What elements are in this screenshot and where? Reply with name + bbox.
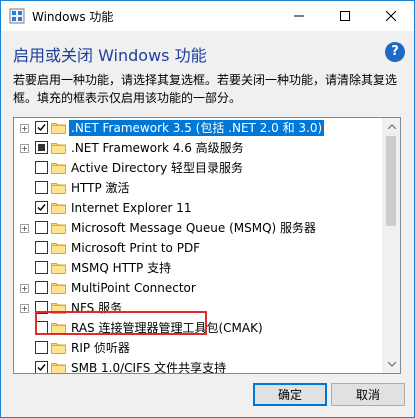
folder-icon <box>51 203 66 214</box>
feature-checkbox[interactable] <box>35 181 48 194</box>
feature-checkbox[interactable] <box>35 221 48 234</box>
folder-icon <box>51 163 66 174</box>
feature-checkbox[interactable] <box>35 161 48 174</box>
ok-button[interactable]: 确定 <box>253 383 327 406</box>
feature-checkbox[interactable] <box>35 281 48 294</box>
page-title: 启用或关闭 Windows 功能 <box>13 46 207 65</box>
feature-row[interactable]: + Microsoft Message Queue (MSMQ) 服务器 <box>14 218 384 238</box>
chevron-down-icon <box>387 362 396 367</box>
folder-icon <box>51 143 66 154</box>
feature-label: MSMQ HTTP 支持 <box>71 261 172 275</box>
close-button[interactable] <box>368 1 414 31</box>
feature-label: RAS 连接管理器管理工具包(CMAK) <box>71 321 263 335</box>
feature-row[interactable]: Active Directory 轻型目录服务 <box>14 158 384 178</box>
maximize-icon <box>340 11 350 21</box>
scroll-up-button[interactable] <box>383 118 400 135</box>
folder-icon <box>51 283 66 294</box>
close-icon <box>386 11 396 21</box>
description-text: 若要启用一种功能，请选择其复选框。若要关闭一种功能，请清除其复选框。填充的框表示… <box>13 73 398 105</box>
feature-label: Active Directory 轻型目录服务 <box>71 161 244 175</box>
checkmark-icon <box>37 364 46 372</box>
feature-checkbox[interactable] <box>35 261 48 274</box>
feature-label: SMB 1.0/CIFS 文件共享支持 <box>71 361 227 374</box>
folder-icon <box>51 363 66 373</box>
feature-label: HTTP 激活 <box>71 181 130 195</box>
feature-label: .NET Framework 3.5 (包括 .NET 2.0 和 3.0) <box>69 120 325 136</box>
vertical-scrollbar[interactable] <box>382 118 400 373</box>
feature-checkbox[interactable] <box>35 141 48 154</box>
expand-icon[interactable]: + <box>20 304 29 313</box>
expand-icon[interactable]: + <box>20 144 29 153</box>
feature-row[interactable]: Microsoft Print to PDF <box>14 238 384 258</box>
expand-icon[interactable]: + <box>20 124 29 133</box>
minimize-icon <box>294 15 304 17</box>
feature-checkbox[interactable] <box>35 201 48 214</box>
feature-row[interactable]: RIP 侦听器 <box>14 338 384 358</box>
chevron-up-icon <box>387 124 396 129</box>
folder-icon <box>51 323 66 334</box>
windows-features-icon <box>9 8 25 24</box>
features-tree[interactable]: + .NET Framework 3.5 (包括 .NET 2.0 和 3.0) +… <box>13 117 401 374</box>
folder-icon <box>51 303 66 314</box>
folder-icon <box>51 243 66 254</box>
feature-checkbox[interactable] <box>35 341 48 354</box>
feature-row[interactable]: MSMQ HTTP 支持 <box>14 258 384 278</box>
feature-row[interactable]: + MultiPoint Connector <box>14 278 384 298</box>
feature-label: Microsoft Message Queue (MSMQ) 服务器 <box>71 221 317 235</box>
scroll-down-button[interactable] <box>383 356 400 373</box>
folder-icon <box>51 183 66 194</box>
title-bar[interactable]: Windows 功能 <box>1 1 414 31</box>
windows-features-dialog: Windows 功能 启用或关闭 Windows 功能 ? 若要启用一种功能，请… <box>0 0 415 418</box>
feature-row[interactable]: + .NET Framework 4.6 高级服务 <box>14 138 384 158</box>
feature-checkbox[interactable] <box>35 121 48 134</box>
feature-label: Microsoft Print to PDF <box>71 241 201 255</box>
feature-label: NFS 服务 <box>71 301 123 315</box>
feature-row[interactable]: RAS 连接管理器管理工具包(CMAK) <box>14 318 384 338</box>
feature-label: RIP 侦听器 <box>71 341 130 355</box>
cancel-button[interactable]: 取消 <box>331 383 405 406</box>
folder-icon <box>51 123 66 134</box>
minimize-button[interactable] <box>276 1 322 31</box>
features-list: + .NET Framework 3.5 (包括 .NET 2.0 和 3.0) +… <box>14 118 384 374</box>
window-title: Windows 功能 <box>32 10 114 24</box>
folder-icon <box>51 263 66 274</box>
feature-label: MultiPoint Connector <box>71 281 196 295</box>
feature-checkbox[interactable] <box>35 301 48 314</box>
feature-label: .NET Framework 4.6 高级服务 <box>71 141 244 155</box>
maximize-button[interactable] <box>322 1 368 31</box>
feature-checkbox[interactable] <box>35 241 48 254</box>
feature-row[interactable]: HTTP 激活 <box>14 178 384 198</box>
folder-icon <box>51 343 66 354</box>
help-icon[interactable]: ? <box>385 42 405 62</box>
checkmark-icon <box>37 204 46 212</box>
feature-checkbox[interactable] <box>35 361 48 373</box>
feature-row[interactable]: Internet Explorer 11 <box>14 198 384 218</box>
checkmark-icon <box>37 124 46 132</box>
feature-row[interactable]: + .NET Framework 3.5 (包括 .NET 2.0 和 3.0) <box>14 118 384 138</box>
feature-checkbox[interactable] <box>35 321 48 334</box>
partial-fill <box>38 144 45 151</box>
feature-label: Internet Explorer 11 <box>71 201 192 215</box>
expand-icon[interactable]: + <box>20 284 29 293</box>
expand-icon[interactable]: + <box>20 224 29 233</box>
folder-icon <box>51 223 66 234</box>
feature-row[interactable]: + NFS 服务 <box>14 298 384 318</box>
scrollbar-thumb[interactable] <box>386 136 396 226</box>
feature-row[interactable]: SMB 1.0/CIFS 文件共享支持 <box>14 358 384 374</box>
